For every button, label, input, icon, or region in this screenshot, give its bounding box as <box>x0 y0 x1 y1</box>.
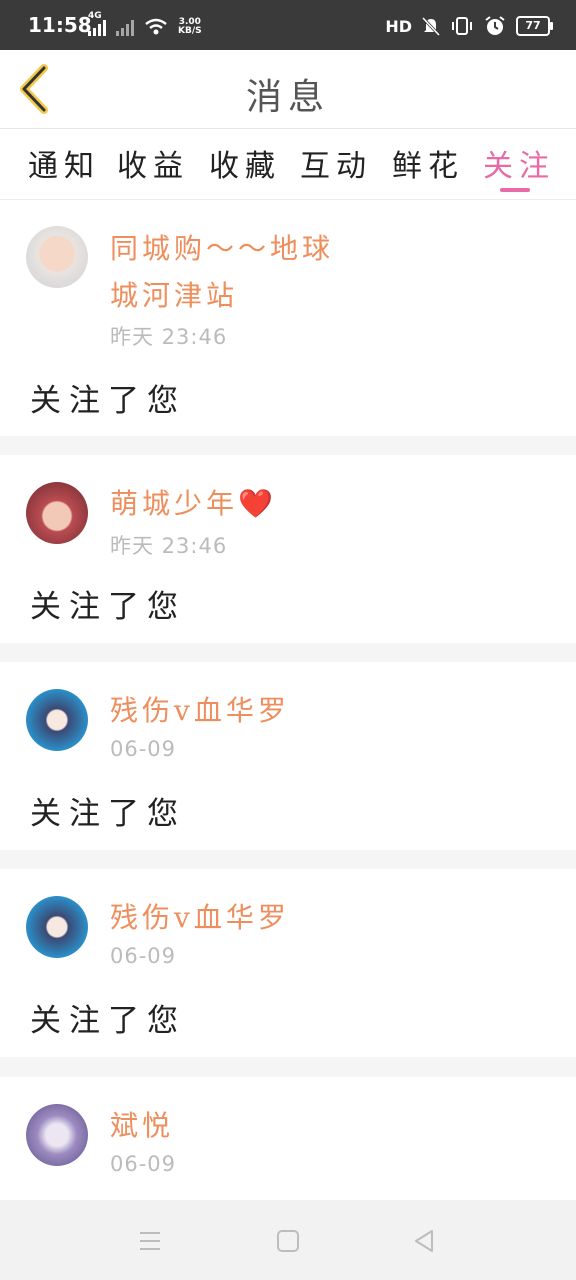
wifi-icon <box>145 18 167 35</box>
cellular-signal-icon: 4G <box>88 11 106 36</box>
user-name[interactable]: 残伤v血华罗 <box>110 894 360 941</box>
back-triangle-icon[interactable] <box>412 1229 436 1253</box>
user-name[interactable]: 斌悦 <box>110 1102 360 1149</box>
user-name[interactable]: 同城购～～地球城河津站 <box>110 225 360 319</box>
hd-indicator: HD <box>385 16 412 36</box>
list-item[interactable]: 萌城少年❤️ 昨天 23:46 关注了您 <box>0 455 576 643</box>
vibrate-icon <box>452 17 472 35</box>
list-item[interactable]: 斌悦 06-09 <box>0 1077 576 1200</box>
page-title: 消息 <box>245 77 330 118</box>
tab-follows[interactable]: 关注 <box>483 141 555 185</box>
alarm-icon <box>485 16 505 35</box>
battery-indicator: 77 <box>516 16 553 36</box>
home-icon[interactable] <box>276 1229 300 1253</box>
user-name[interactable]: 残伤v血华罗 <box>110 687 360 734</box>
message-text: 关注了您 <box>30 589 186 625</box>
app-header: 消息 <box>0 50 576 129</box>
system-navigation-bar <box>0 1200 576 1280</box>
message-text: 关注了您 <box>30 383 186 419</box>
message-text: 关注了您 <box>30 1003 186 1039</box>
menu-icon[interactable] <box>138 1230 162 1252</box>
tab-interactions[interactable]: 互动 <box>300 141 372 185</box>
timestamp: 昨天 23:46 <box>110 325 228 349</box>
network-speed: 3.00 KB/S <box>178 17 202 36</box>
tab-earnings[interactable]: 收益 <box>117 141 189 185</box>
status-bar: 11:58 4G 3.00 KB/S HD 77 <box>0 0 576 50</box>
user-name[interactable]: 萌城少年❤️ <box>110 480 360 527</box>
tab-notifications[interactable]: 通知 <box>28 141 100 185</box>
avatar[interactable] <box>26 226 88 288</box>
timestamp: 06-09 <box>110 944 177 968</box>
cellular-signal-2-icon <box>116 20 134 36</box>
avatar[interactable] <box>26 689 88 751</box>
list-item[interactable]: 残伤v血华罗 06-09 关注了您 <box>0 662 576 850</box>
bell-muted-icon <box>422 16 440 36</box>
list-item[interactable]: 残伤v血华罗 06-09 关注了您 <box>0 869 576 1057</box>
timestamp: 06-09 <box>110 1152 177 1176</box>
tab-favorites[interactable]: 收藏 <box>209 141 281 185</box>
timestamp: 06-09 <box>110 737 177 761</box>
message-text: 关注了您 <box>30 796 186 832</box>
avatar[interactable] <box>26 896 88 958</box>
avatar[interactable] <box>26 1104 88 1166</box>
tab-bar: 通知 收益 收藏 互动 鲜花 关注 <box>0 129 576 200</box>
status-time: 11:58 <box>28 13 92 37</box>
active-tab-indicator <box>500 188 530 192</box>
tab-flowers[interactable]: 鲜花 <box>392 141 464 185</box>
avatar[interactable] <box>26 482 88 544</box>
timestamp: 昨天 23:46 <box>110 534 228 558</box>
list-item[interactable]: 同城购～～地球城河津站 昨天 23:46 关注了您 <box>0 200 576 436</box>
